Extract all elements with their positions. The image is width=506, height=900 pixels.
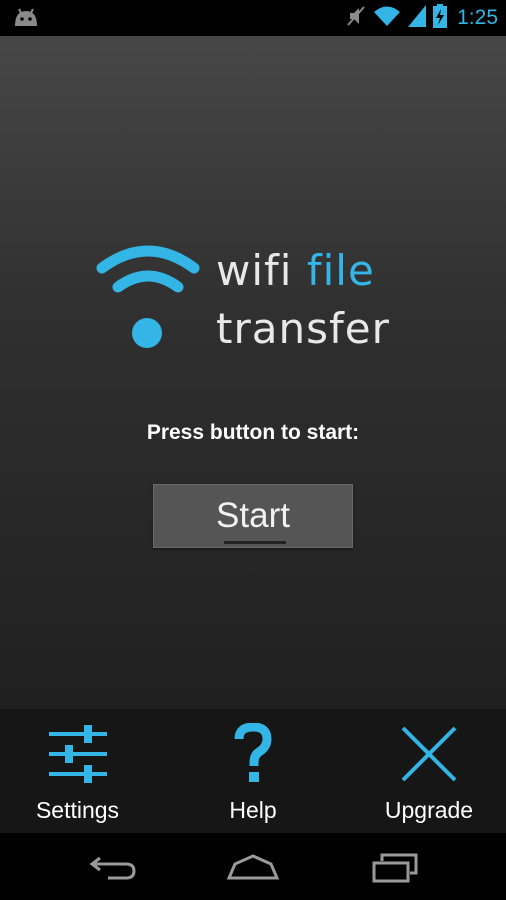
back-icon: [89, 856, 136, 880]
close-x-icon: [400, 723, 458, 785]
recent-apps-icon: [372, 853, 418, 883]
action-bar: Settings Help Upgrade: [0, 709, 506, 833]
upgrade-button[interactable]: Upgrade: [370, 709, 488, 833]
battery-charging-icon: [433, 3, 448, 33]
button-underline: [224, 541, 286, 544]
settings-label: Settings: [35, 797, 120, 823]
cell-signal-icon: [407, 4, 427, 33]
status-bar: 1:25: [0, 0, 506, 36]
back-button[interactable]: [80, 847, 146, 887]
navigation-bar: [0, 833, 506, 900]
start-prompt: Press button to start:: [146, 421, 360, 444]
home-button[interactable]: [220, 847, 286, 887]
help-button[interactable]: Help: [198, 709, 308, 833]
wifi-signal-icon: [373, 4, 401, 33]
help-label: Help: [229, 797, 277, 823]
clock: 1:25: [457, 6, 498, 29]
recent-apps-button[interactable]: [362, 847, 428, 887]
app-logo: wifi file transfer: [96, 238, 426, 358]
logo-text-line1: wifi file: [216, 246, 375, 295]
mute-icon: [345, 4, 367, 33]
start-button-label: Start: [216, 496, 290, 535]
question-icon: [233, 723, 273, 785]
logo-text-line2: transfer: [216, 304, 390, 353]
home-icon: [226, 854, 280, 880]
wifi-icon: [96, 245, 200, 348]
start-button[interactable]: Start: [153, 484, 353, 548]
settings-button[interactable]: Settings: [20, 709, 135, 833]
main-content: wifi file transfer Press button to start…: [0, 36, 506, 709]
android-icon: [12, 6, 40, 33]
upgrade-label: Upgrade: [384, 797, 474, 823]
sliders-icon: [47, 723, 109, 785]
